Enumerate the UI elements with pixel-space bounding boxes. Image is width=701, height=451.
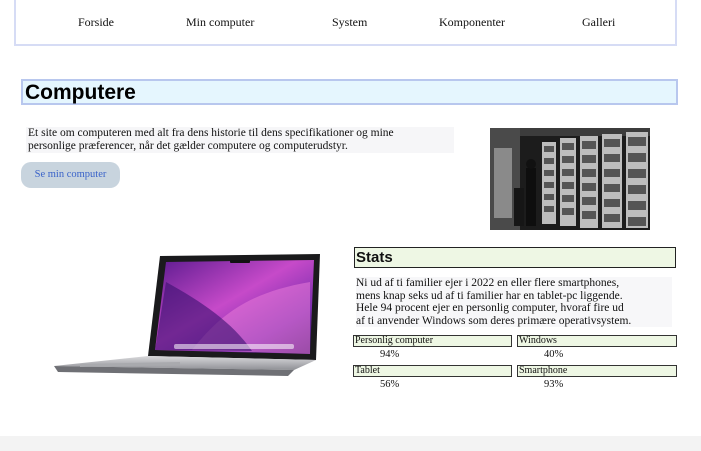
nav-link-min-computer[interactable]: Min computer <box>186 15 254 30</box>
stat-label-windows: Windows <box>517 335 677 347</box>
stat-value-smartphone: 93% <box>544 379 564 390</box>
top-navigation: Forside Min computer System Komponenter … <box>14 0 677 46</box>
laptop-illustration <box>54 254 320 376</box>
see-my-computer-button[interactable]: Se min computer <box>21 162 120 188</box>
page-bottom-band <box>0 436 701 451</box>
stats-text-line: Ni ud af ti familier ejer i 2022 en elle… <box>356 277 620 289</box>
stats-text-line: af ti anvender Windows som deres primære… <box>356 314 632 327</box>
nav-link-komponenter[interactable]: Komponenter <box>439 15 505 30</box>
stat-label-personal-computer: Personlig computer <box>353 335 512 347</box>
laptop-image <box>52 252 327 382</box>
stats-text-line: Hele 94 procent ejer en personlig comput… <box>356 302 624 314</box>
stats-text-line: mens knap seks ud af ti familier har en … <box>356 289 623 302</box>
stats-heading: Stats <box>354 247 676 268</box>
page-title: Computere <box>21 79 678 105</box>
intro-text: Et site om computeren med alt fra dens h… <box>26 127 454 153</box>
stat-value-tablet: 56% <box>380 379 400 390</box>
nav-link-galleri[interactable]: Galleri <box>582 15 615 30</box>
stat-label-smartphone: Smartphone <box>517 365 677 377</box>
nav-link-system[interactable]: System <box>332 15 367 30</box>
stats-paragraph: Ni ud af ti familier ejer i 2022 en elle… <box>356 277 672 327</box>
nav-link-forside[interactable]: Forside <box>78 15 114 30</box>
server-room-image <box>490 128 650 230</box>
intro-line: personlige præferencer, når det gælder c… <box>28 140 348 152</box>
stat-value-windows: 40% <box>544 349 564 360</box>
stat-value-personal-computer: 94% <box>380 349 400 360</box>
server-room-photo <box>490 128 650 230</box>
intro-line: Et site om computeren med alt fra dens h… <box>28 127 394 139</box>
stat-label-tablet: Tablet <box>353 365 512 377</box>
